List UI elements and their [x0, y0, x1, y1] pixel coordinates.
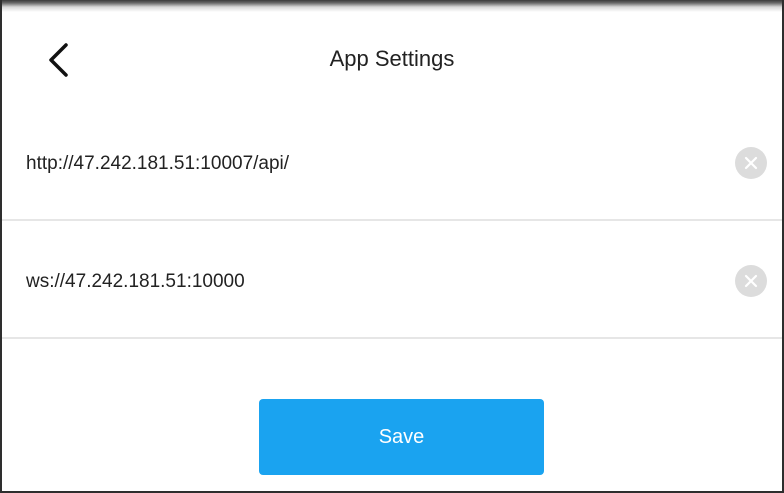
- clear-x-icon: [744, 156, 758, 170]
- save-button[interactable]: Save: [259, 399, 544, 475]
- api-url-row: [2, 105, 782, 221]
- top-shadow-edge: [2, 0, 782, 12]
- websocket-url-input[interactable]: [26, 267, 706, 297]
- clear-x-icon: [744, 274, 758, 288]
- websocket-url-row: [2, 223, 782, 339]
- page-title: App Settings: [329, 46, 455, 71]
- app-settings-screen: App Settings Save: [0, 0, 784, 493]
- api-url-input[interactable]: [26, 149, 706, 179]
- clear-websocket-url-button[interactable]: [735, 265, 767, 297]
- clear-api-url-button[interactable]: [735, 147, 767, 179]
- header: App Settings: [2, 12, 782, 104]
